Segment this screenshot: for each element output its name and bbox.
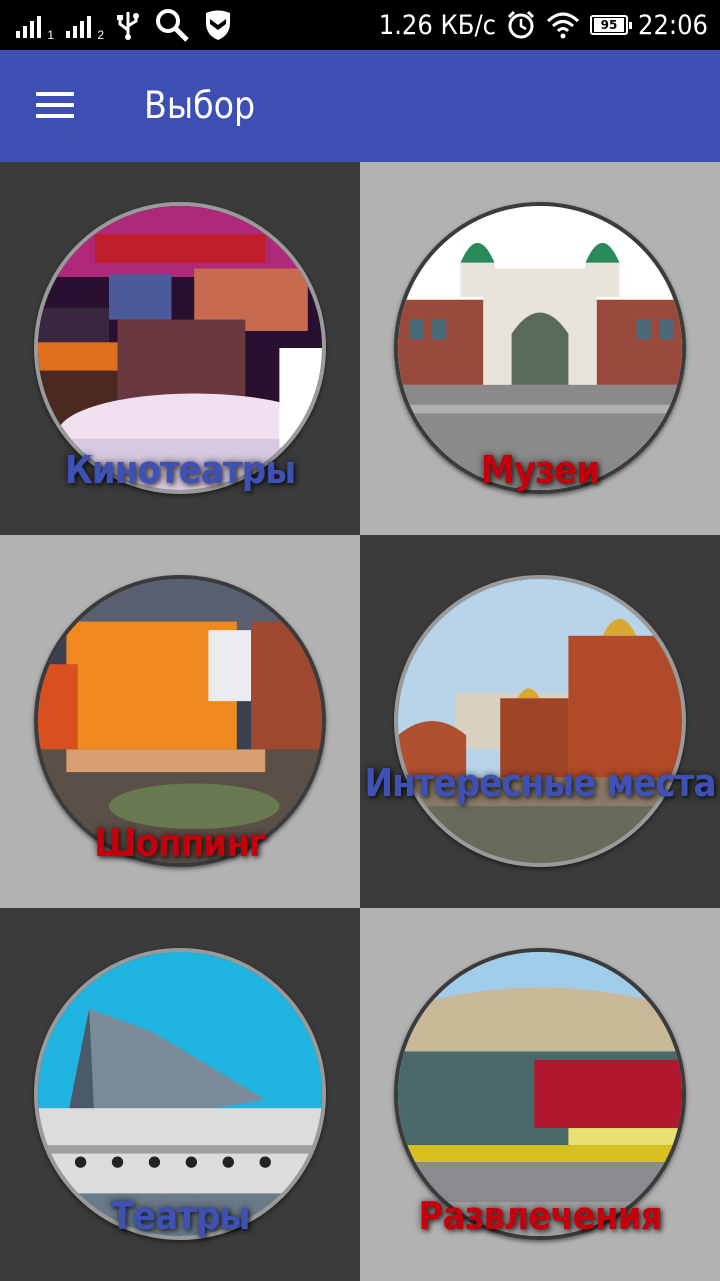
app-bar: Выбор — [0, 50, 720, 162]
category-grid: Кинотеатры Музеи Шоппинг Интересные мест… — [0, 162, 720, 1281]
category-theatres[interactable]: Театры — [0, 908, 360, 1281]
category-label: Развлечения — [418, 1194, 662, 1238]
cathedral-image — [394, 575, 686, 867]
category-museums[interactable]: Музеи — [360, 162, 720, 535]
category-label: Интересные места — [364, 761, 716, 805]
category-entertainment[interactable]: Развлечения — [360, 908, 720, 1281]
signal-icon: 1 — [16, 12, 54, 42]
clock: 22:06 — [638, 9, 708, 41]
search-icon — [156, 9, 189, 42]
wifi-icon — [546, 12, 580, 39]
category-cinemas[interactable]: Кинотеатры — [0, 162, 360, 535]
network-speed: 1.26 КБ/с — [378, 9, 496, 41]
signal-icon: 2 — [66, 12, 104, 42]
sim2-sub: 2 — [97, 28, 104, 42]
alarm-icon — [507, 10, 535, 39]
category-shopping[interactable]: Шоппинг — [0, 535, 360, 908]
category-label: Музеи — [480, 448, 600, 492]
status-bar: 1 2 1.26 КБ/с 95 22:06 — [0, 0, 720, 50]
battery-level: 95 — [594, 18, 624, 32]
page-title: Выбор — [144, 84, 256, 127]
battery-icon: 95 — [590, 15, 632, 35]
category-label: Кинотеатры — [64, 448, 296, 492]
shield-icon — [206, 10, 230, 40]
sim1-sub: 1 — [47, 28, 54, 42]
usb-icon — [117, 12, 139, 40]
category-label: Театры — [110, 1194, 251, 1238]
category-label: Шоппинг — [94, 821, 266, 865]
category-interesting-places[interactable]: Интересные места — [360, 535, 720, 908]
hamburger-icon[interactable] — [36, 90, 76, 122]
